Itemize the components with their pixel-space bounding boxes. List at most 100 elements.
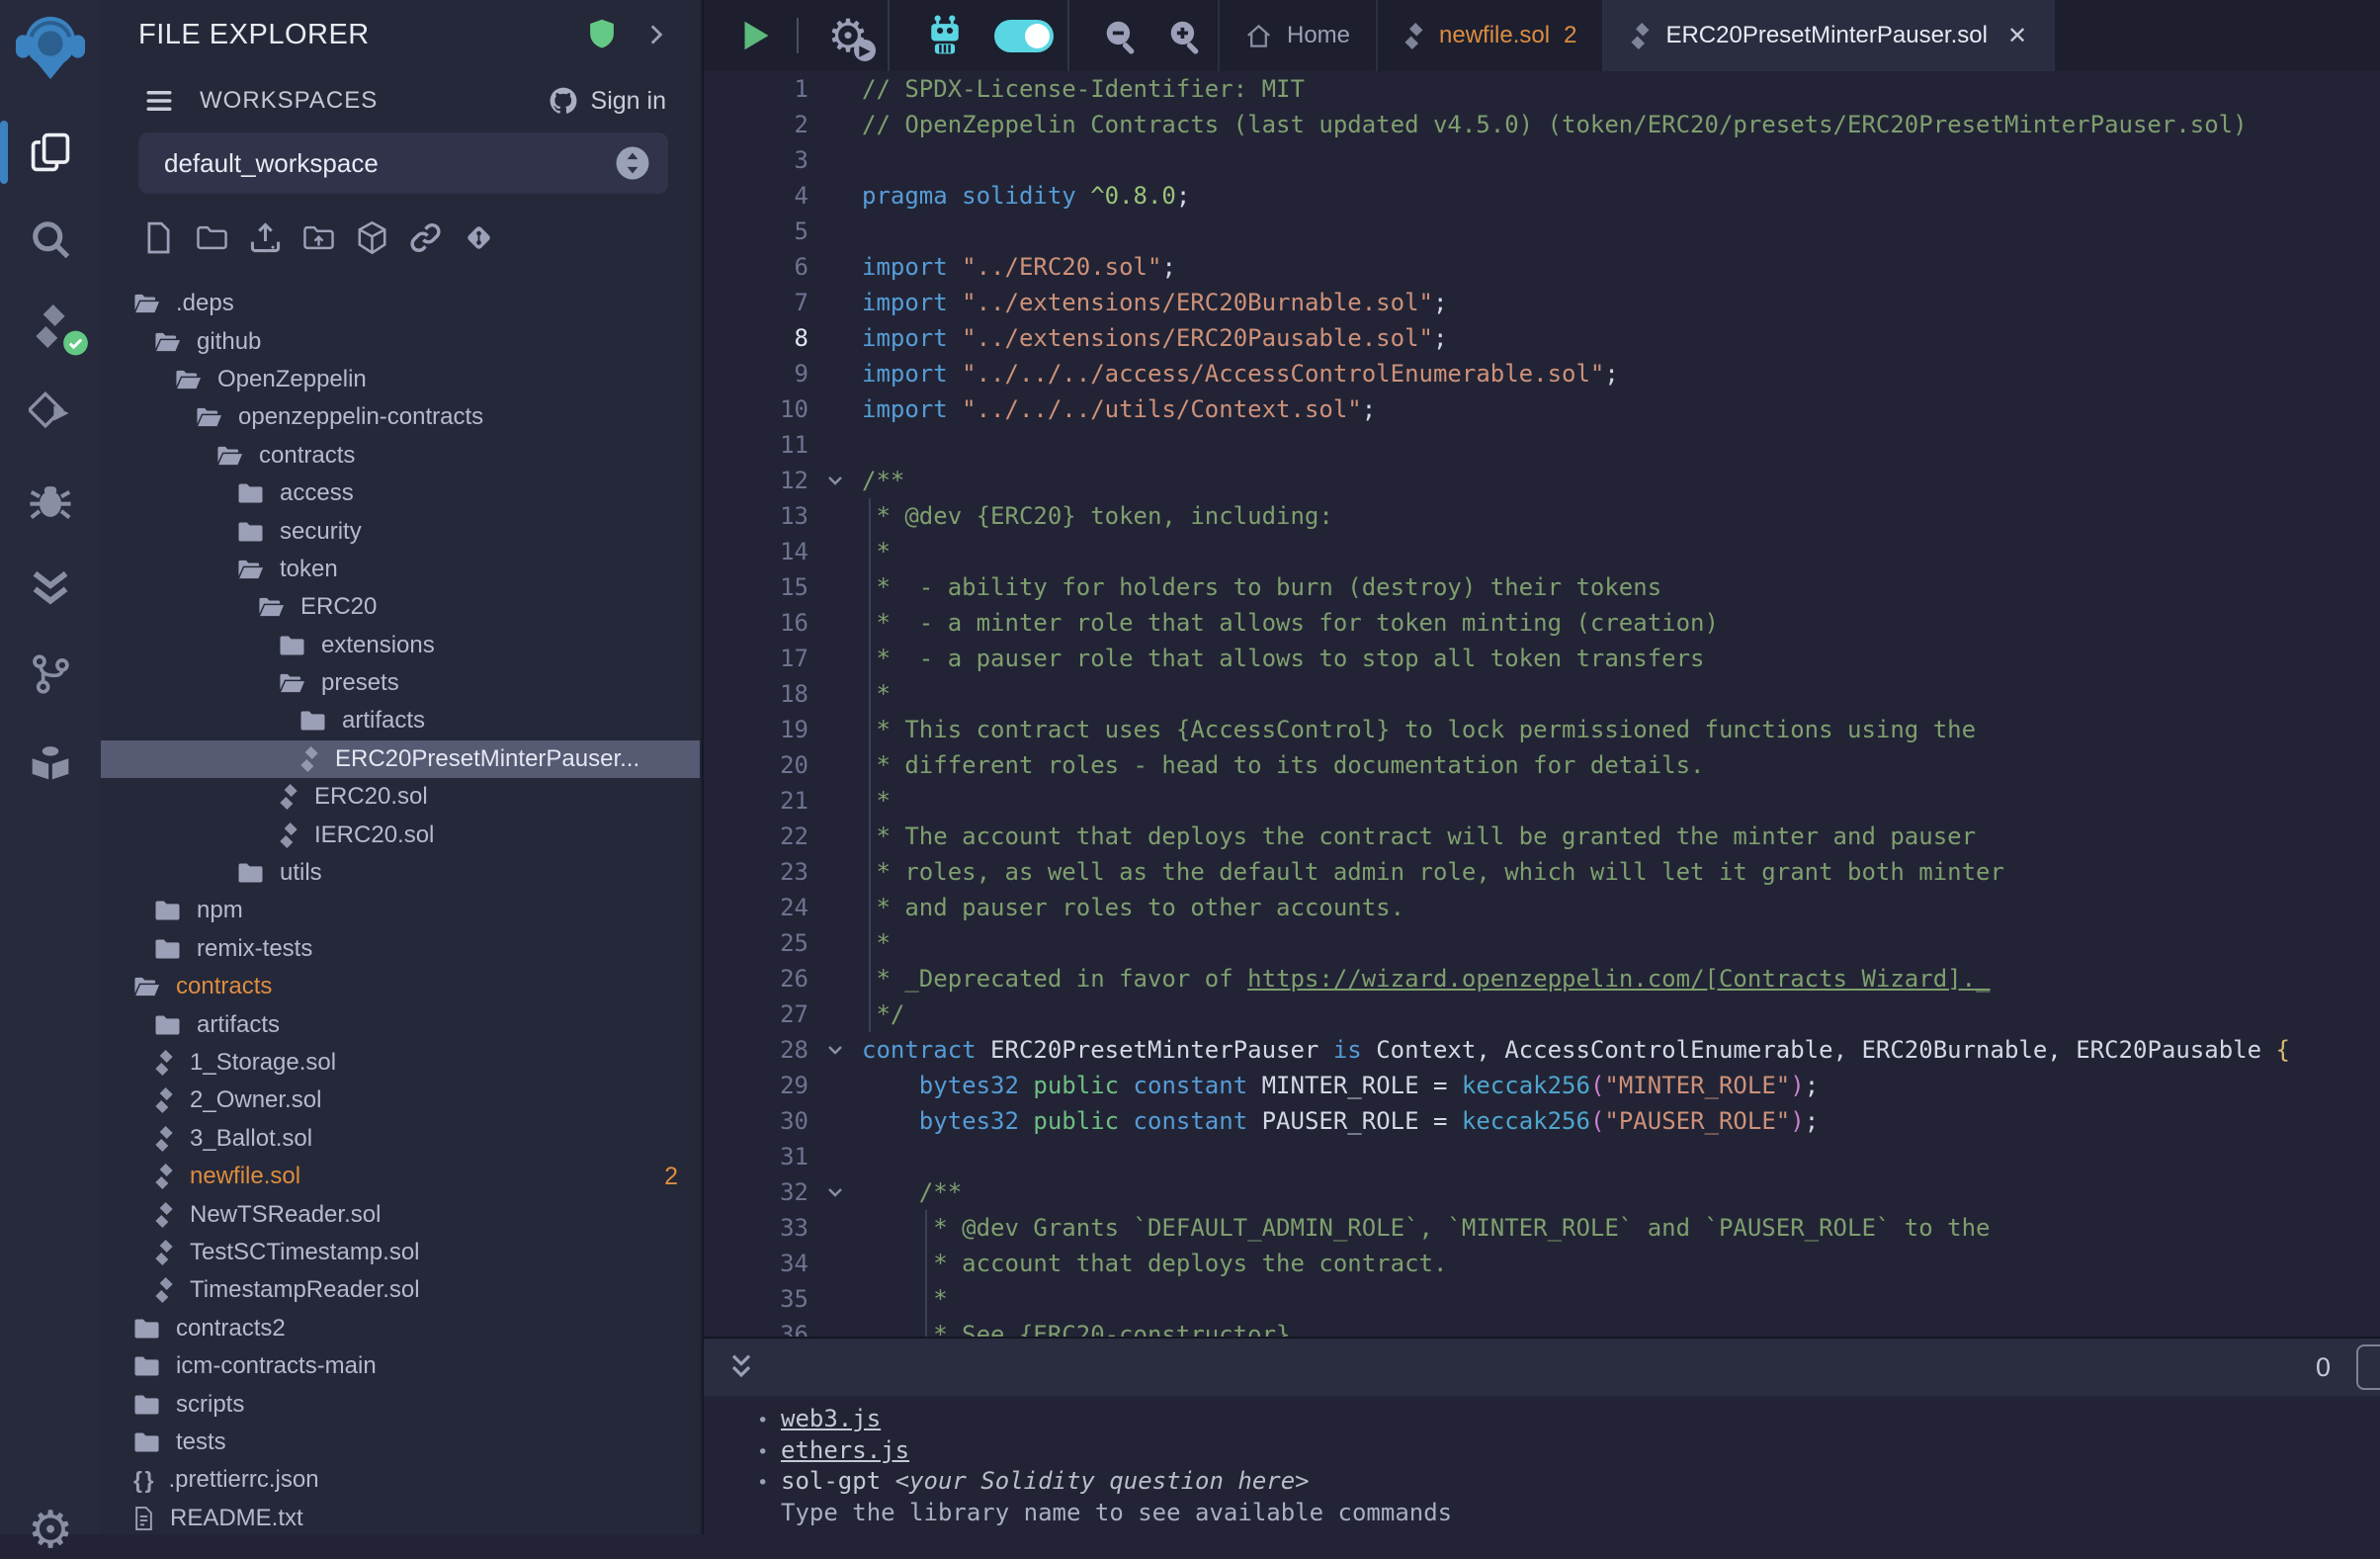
sol-icon [279,823,298,848]
tree-item-timestampreader-sol[interactable]: TimestampReader.sol [101,1271,700,1309]
tree-item-testsctimestamp-sol[interactable]: TestSCTimestamp.sol [101,1234,700,1271]
line-number: 29 [704,1068,808,1103]
tree-item-erc20-sol[interactable]: ERC20.sol [101,778,700,816]
fold-chevron-icon[interactable] [808,1032,862,1068]
tree-item-label: contracts2 [176,1315,286,1342]
upload-folder-button[interactable] [302,221,335,254]
zoom-out-icon[interactable] [1103,18,1140,54]
tree-item-erc20[interactable]: ERC20 [101,588,700,626]
upload-file-button[interactable] [249,221,282,254]
workspace-stepper-icon[interactable] [615,145,650,181]
sidebar-item-debugger[interactable] [0,457,101,544]
shield-icon[interactable] [587,18,617,51]
tree-item-presets[interactable]: presets [101,664,700,702]
tree-item-tests[interactable]: tests [101,1424,700,1461]
code-line: 36 * See {ERC20-constructor}. [704,1317,2380,1337]
tree-item-contracts2[interactable]: contracts2 [101,1310,700,1347]
tree-item-contracts[interactable]: contracts [101,968,700,1005]
run-script-button[interactable] [737,18,773,53]
sidebar-item-file-explorer[interactable] [0,109,101,196]
terminal-placeholder: <your Solidity question here> [895,1467,1310,1497]
tree-item-github[interactable]: github [101,322,700,360]
ai-assistant-icon[interactable] [923,14,967,57]
indent-guide [869,569,871,605]
settings-gear-icon[interactable]: ⚙ [28,1505,74,1556]
tree-item-label: TestSCTimestamp.sol [190,1239,420,1266]
fold-chevron-icon[interactable] [808,1174,862,1210]
cube-button[interactable] [356,221,388,254]
code-token: // SPDX-License-Identifier: MIT [862,75,1305,103]
tree-item-label: openzeppelin-contracts [238,403,483,431]
tree-item-npm[interactable]: npm [101,892,700,929]
tree-item-security[interactable]: security [101,512,700,550]
code-token: ; [1604,360,1618,388]
tree-item-openzeppelin[interactable]: OpenZeppelin [101,361,700,398]
remix-logo-icon[interactable] [14,10,87,83]
sidebar-item-git[interactable] [0,631,101,718]
tree-item-newtsreader-sol[interactable]: NewTSReader.sol [101,1195,700,1233]
tree-item-label: newfile.sol [190,1163,300,1190]
tree-item-contracts[interactable]: contracts [101,437,700,475]
fold-gutter [808,1139,862,1174]
tree-item-2-owner-sol[interactable]: 2_Owner.sol [101,1082,700,1119]
compile-settings-button[interactable]: ⚙▶ [822,10,874,61]
code-token: * [862,929,891,957]
terminal-expand-icon[interactable] [725,1351,757,1383]
sidebar-item-unit-testing[interactable] [0,544,101,631]
workspace-select[interactable]: default_workspace [138,132,668,194]
tree-item-extensions[interactable]: extensions [101,627,700,664]
code-editor[interactable]: 1// SPDX-License-Identifier: MIT2// Open… [704,71,2380,1337]
tree-item-icm-contracts-main[interactable]: icm-contracts-main [101,1347,700,1385]
tree-item-deps[interactable]: .deps [101,285,700,322]
close-icon[interactable]: ✕ [2007,22,2027,50]
terminal-line: •ethers.js [757,1436,2380,1468]
toolbar-divider [797,18,799,53]
tab-erc20presetminterpauser-sol[interactable]: ERC20PresetMinterPauser.sol✕ [1604,0,2055,71]
tree-item-prettierrc-json[interactable]: { }.prettierrc.json [101,1461,700,1499]
tree-item-artifacts[interactable]: artifacts [101,702,700,739]
tree-item-utils[interactable]: utils [101,854,700,892]
panel-title: FILE EXPLORER [138,19,587,51]
tree-item-3-ballot-sol[interactable]: 3_Ballot.sol [101,1120,700,1158]
terminal-link[interactable]: web3.js [781,1405,881,1434]
terminal-link[interactable]: ethers.js [781,1436,909,1466]
git-diamond-button[interactable] [463,221,495,254]
code-text: import "../../../access/AccessControlEnu… [862,356,1619,391]
tab-home[interactable]: Home [1220,0,1378,71]
code-text: contract ERC20PresetMinterPauser is Cont… [862,1032,2290,1068]
tree-item-label: npm [197,897,243,924]
workspaces-menu-icon[interactable] [144,86,174,116]
sidebar-item-plugin-manager[interactable] [0,718,101,805]
collapse-panel-icon[interactable] [642,22,668,47]
zoom-in-icon[interactable] [1167,18,1204,54]
workspaces-label: WORKSPACES [200,87,548,115]
code-line: 20 * different roles - head to its docum… [704,747,2380,783]
tab-newfile-sol[interactable]: newfile.sol2 [1378,0,1604,71]
new-folder-button[interactable] [196,221,228,254]
sign-in-button[interactable]: Sign in [591,87,666,116]
tree-item-erc20presetminterpauser[interactable]: ERC20PresetMinterPauser... [101,740,700,778]
sidebar-item-solidity-compiler[interactable] [0,283,101,370]
link-button[interactable] [409,221,442,254]
tree-item-artifacts[interactable]: artifacts [101,1005,700,1043]
line-number: 33 [704,1210,808,1246]
sol-icon [154,1202,174,1228]
sidebar-item-deploy-and-run[interactable] [0,370,101,457]
tree-item-access[interactable]: access [101,475,700,512]
indent-guide [925,1210,927,1246]
tree-item-remix-tests[interactable]: remix-tests [101,930,700,968]
fold-chevron-icon[interactable] [808,463,862,498]
tree-item-readme-txt[interactable]: README.txt [101,1500,700,1535]
terminal-bar-right: 0 [2316,1344,2380,1390]
sidebar-item-search[interactable] [0,196,101,283]
new-file-button[interactable] [142,221,175,254]
tree-item-newfile-sol[interactable]: newfile.sol2 [101,1158,700,1195]
indent-guide [869,925,871,961]
tree-item-openzeppelin-contracts[interactable]: openzeppelin-contracts [101,398,700,436]
tree-item-token[interactable]: token [101,551,700,588]
terminal-search-box[interactable] [2356,1344,2380,1390]
tree-item-ierc20-sol[interactable]: IERC20.sol [101,816,700,853]
tree-item-scripts[interactable]: scripts [101,1385,700,1423]
ai-copilot-toggle[interactable] [994,20,1054,52]
tree-item-1-storage-sol[interactable]: 1_Storage.sol [101,1044,700,1082]
